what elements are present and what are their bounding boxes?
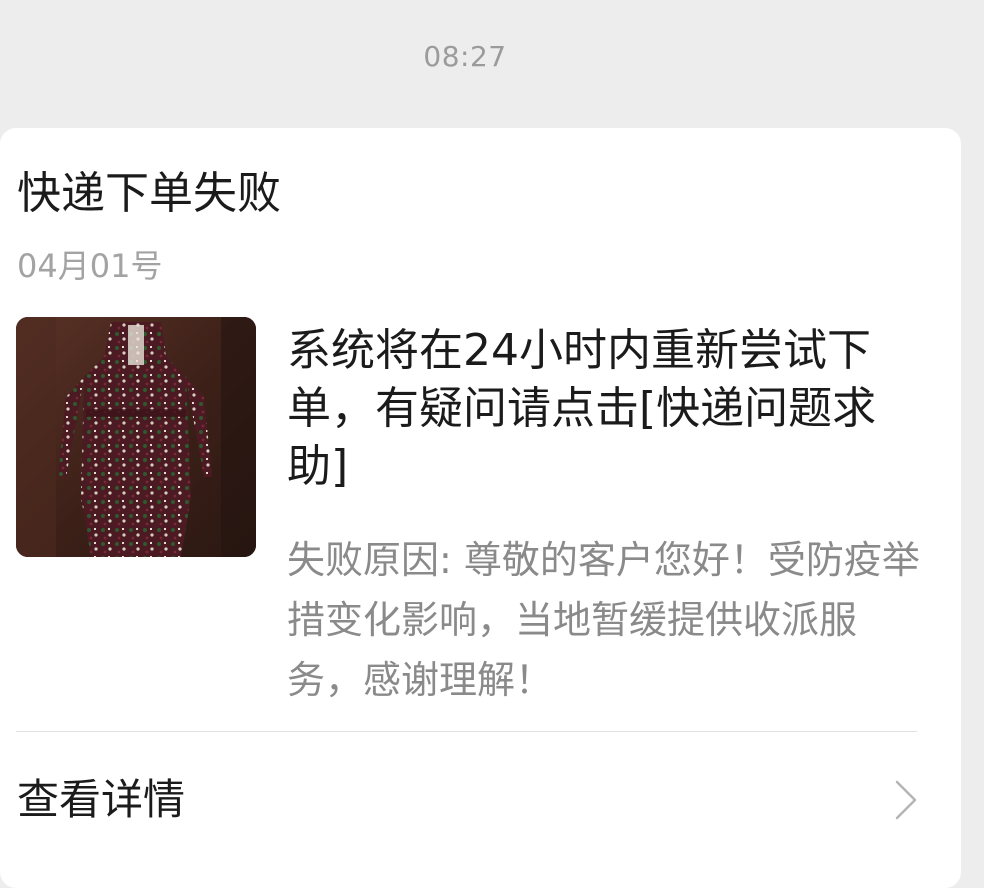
notification-headline[interactable]: 系统将在24小时内重新尝试下单，有疑问请点击[快递问题求助] bbox=[287, 322, 917, 496]
dress-image bbox=[16, 317, 256, 557]
message-timestamp: 08:27 bbox=[423, 40, 507, 73]
failure-reason: 失败原因: 尊敬的客户您好！受防疫举措变化影响，当地暂缓提供收派服务，感谢理解！ bbox=[287, 538, 920, 702]
card-title: 快递下单失败 bbox=[17, 168, 281, 219]
view-details-button[interactable]: 查看详情 bbox=[0, 760, 961, 840]
view-details-label: 查看详情 bbox=[17, 775, 186, 824]
divider bbox=[16, 731, 917, 732]
product-thumbnail[interactable] bbox=[16, 317, 256, 557]
chevron-right-icon bbox=[895, 780, 917, 820]
card-date: 04月01号 bbox=[17, 247, 163, 285]
